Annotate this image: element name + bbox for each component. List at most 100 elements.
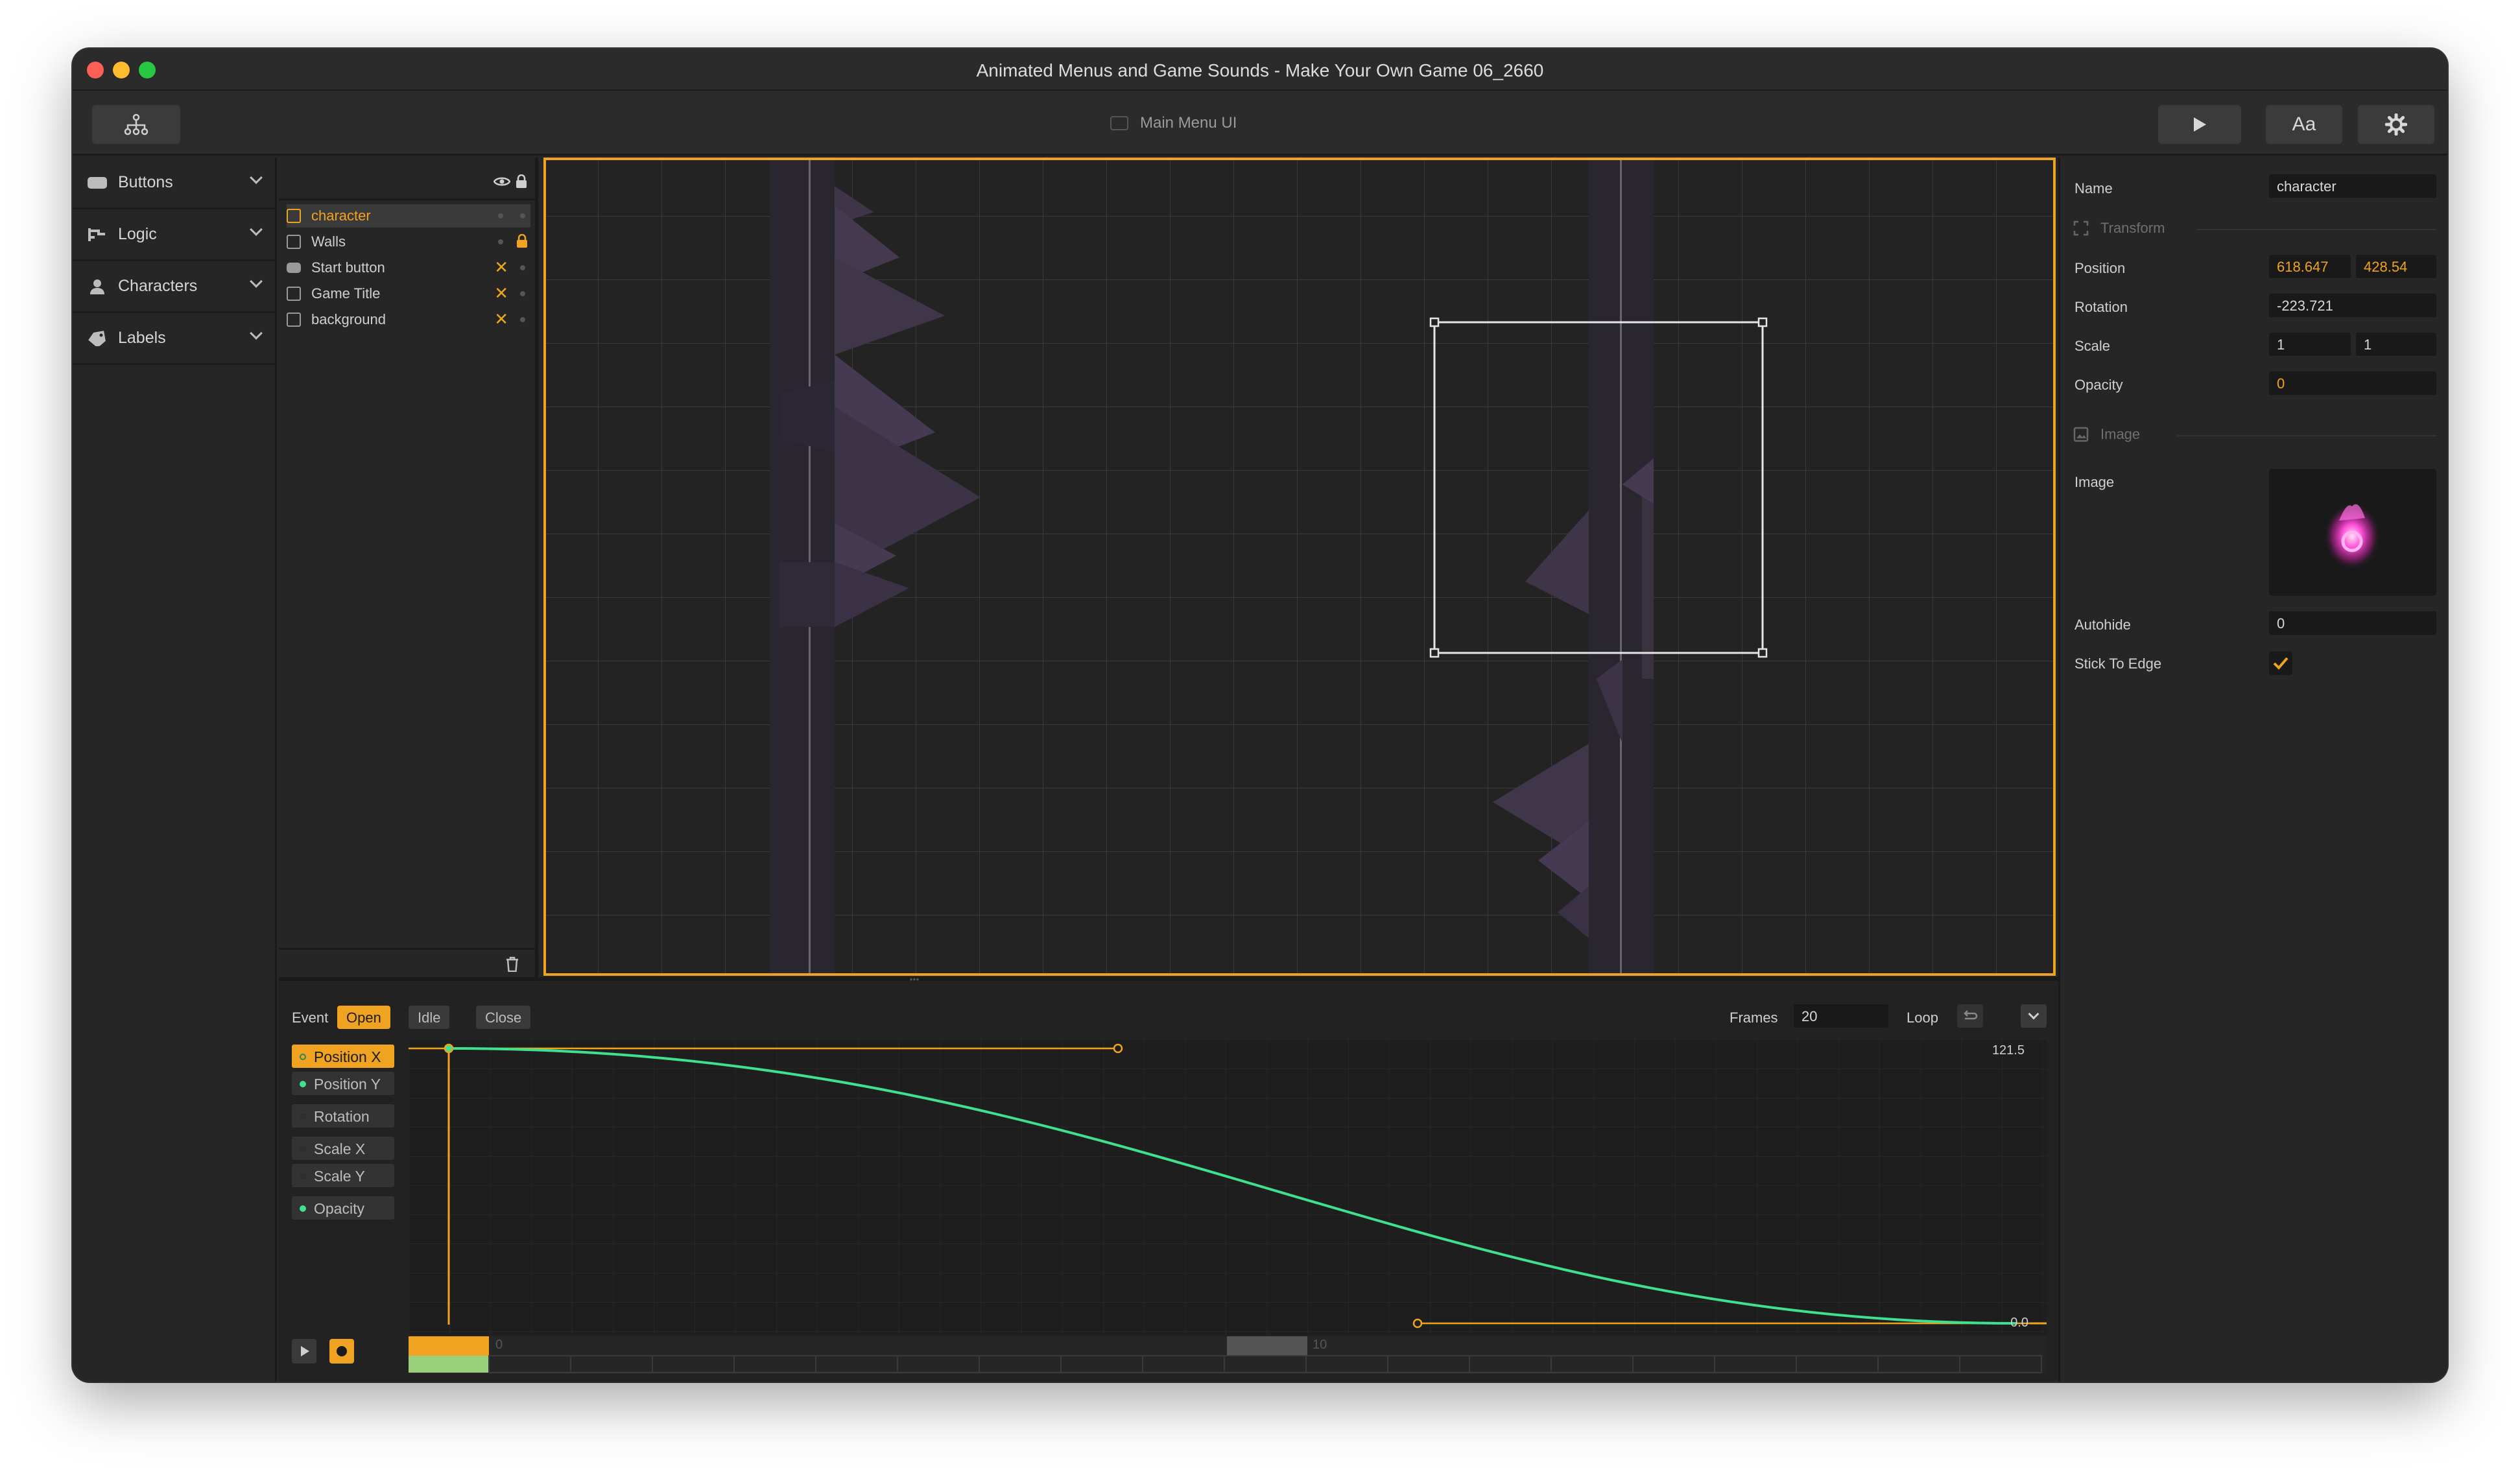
section-title: Transform [2100, 220, 2165, 236]
track-rotation[interactable]: Rotation [292, 1104, 394, 1128]
event-label: Event [292, 1010, 329, 1026]
track-opacity[interactable]: Opacity [292, 1196, 394, 1220]
keyframe-start[interactable] [444, 1043, 454, 1054]
lock-toggle[interactable] [520, 317, 525, 322]
curve-editor[interactable]: 121.5 0.0 [409, 1039, 2047, 1335]
layer-row-start-button[interactable]: Start button ✕ [287, 256, 530, 279]
title-bar: Animated Menus and Game Sounds - Make Yo… [73, 49, 2447, 91]
track-label: Scale X [314, 1140, 366, 1157]
scale-x-field[interactable]: 1 [2269, 333, 2351, 356]
image-section: Image [2073, 426, 2140, 443]
category-label: Logic [118, 225, 157, 243]
frames-field[interactable]: 20 [1794, 1004, 1888, 1028]
layer-row-background[interactable]: background ✕ [287, 308, 530, 331]
hidden-x-icon[interactable]: ✕ [494, 309, 508, 329]
curve-graph[interactable] [409, 1039, 2047, 1335]
chevron-down-icon [250, 171, 263, 184]
frame-ruler[interactable]: 0 10 [409, 1336, 2047, 1374]
properties-panel: Name character Transform Position 618.64… [2058, 158, 2447, 1382]
component-sidebar: Buttons Logic Characters Labels [73, 158, 277, 1382]
handle-point[interactable] [1412, 1318, 1423, 1329]
event-idle-button[interactable]: Idle [409, 1006, 450, 1029]
resize-handle[interactable] [1757, 648, 1768, 658]
scene-canvas[interactable] [546, 160, 2053, 973]
app-window: Animated Menus and Game Sounds - Make Yo… [73, 49, 2447, 1382]
hierarchy-button[interactable] [92, 105, 180, 144]
visibility-toggle[interactable] [498, 213, 503, 219]
track-position-x[interactable]: Position X [292, 1045, 394, 1068]
current-frame-marker[interactable] [409, 1336, 489, 1356]
layers-footer [279, 948, 535, 978]
scene-viewport[interactable] [543, 158, 2056, 976]
track-position-y[interactable]: Position Y [292, 1072, 394, 1095]
record-button[interactable] [329, 1339, 354, 1364]
category-buttons[interactable]: Buttons [73, 158, 275, 209]
lock-toggle[interactable] [520, 291, 525, 296]
visibility-eye-icon[interactable] [493, 176, 510, 187]
opacity-label: Opacity [2074, 377, 2123, 393]
category-characters[interactable]: Characters [73, 261, 275, 313]
ruler-label: 0 [495, 1338, 503, 1352]
rotation-field[interactable]: -223.721 [2269, 294, 2436, 317]
position-y-field[interactable]: 428.54 [2356, 255, 2436, 278]
event-close-button[interactable]: Close [476, 1006, 531, 1029]
hidden-x-icon[interactable]: ✕ [494, 257, 508, 278]
position-label: Position [2074, 260, 2126, 276]
track-scale-x[interactable]: Scale X [292, 1137, 394, 1160]
scale-label: Scale [2074, 338, 2111, 354]
scale-y-field[interactable]: 1 [2356, 333, 2436, 356]
layer-row-walls[interactable]: Walls [287, 230, 530, 254]
keyframe-dot [300, 1205, 306, 1212]
opacity-field[interactable]: 0 [2269, 372, 2436, 395]
category-logic[interactable]: Logic [73, 209, 275, 261]
image-preview[interactable] [2269, 469, 2436, 596]
position-x-field[interactable]: 618.647 [2269, 255, 2351, 278]
trash-icon[interactable] [505, 956, 519, 972]
settings-button[interactable] [2358, 105, 2434, 144]
keyframe-dot [300, 1146, 306, 1152]
lock-toggle[interactable] [520, 265, 525, 270]
handle-point[interactable] [1113, 1043, 1123, 1054]
rotation-label: Rotation [2074, 299, 2128, 315]
track-scale-y[interactable]: Scale Y [292, 1164, 394, 1187]
timeline-menu-button[interactable] [2021, 1004, 2047, 1028]
resize-handle[interactable] [1757, 317, 1768, 327]
resize-handle[interactable] [1429, 317, 1440, 327]
lock-icon[interactable] [516, 234, 528, 248]
hidden-x-icon[interactable]: ✕ [494, 283, 508, 303]
lock-icon[interactable] [516, 174, 527, 189]
category-label: Labels [118, 329, 166, 347]
transform-section: Transform [2073, 220, 2165, 237]
track-label: Scale Y [314, 1168, 365, 1185]
layer-name: character [311, 207, 371, 224]
person-icon [90, 279, 104, 294]
layer-name: Walls [311, 233, 346, 250]
keyframe-dot [300, 1173, 306, 1179]
name-field[interactable]: character [2269, 174, 2436, 198]
layer-name: Start button [311, 259, 385, 276]
curve-max-label: 121.5 [1991, 1043, 2025, 1058]
record-icon [337, 1346, 347, 1356]
scene-icon [1110, 116, 1128, 130]
autohide-field[interactable]: 0 [2269, 611, 2436, 635]
lock-toggle[interactable] [520, 213, 525, 219]
resize-handle[interactable] [1429, 648, 1440, 658]
loop-toggle[interactable] [1957, 1004, 1983, 1028]
play-icon [301, 1346, 309, 1356]
play-icon [2194, 117, 2206, 132]
font-button[interactable]: Aa [2266, 105, 2342, 144]
visibility-toggle[interactable] [498, 239, 503, 244]
play-button[interactable] [2158, 105, 2241, 144]
category-labels[interactable]: Labels [73, 313, 275, 365]
resize-grip[interactable]: ••• [901, 975, 927, 984]
layer-row-game-title[interactable]: Game Title ✕ [287, 282, 530, 305]
layers-header [279, 158, 535, 200]
stick-to-edge-checkbox[interactable] [2269, 652, 2292, 675]
timeline-play-button[interactable] [292, 1339, 316, 1364]
autohide-label: Autohide [2074, 617, 2131, 633]
chevron-down-icon [250, 327, 263, 340]
layer-row-character[interactable]: character [287, 204, 530, 228]
keyframe-range [409, 1356, 489, 1373]
category-label: Characters [118, 277, 198, 295]
event-open-button[interactable]: Open [337, 1006, 390, 1029]
